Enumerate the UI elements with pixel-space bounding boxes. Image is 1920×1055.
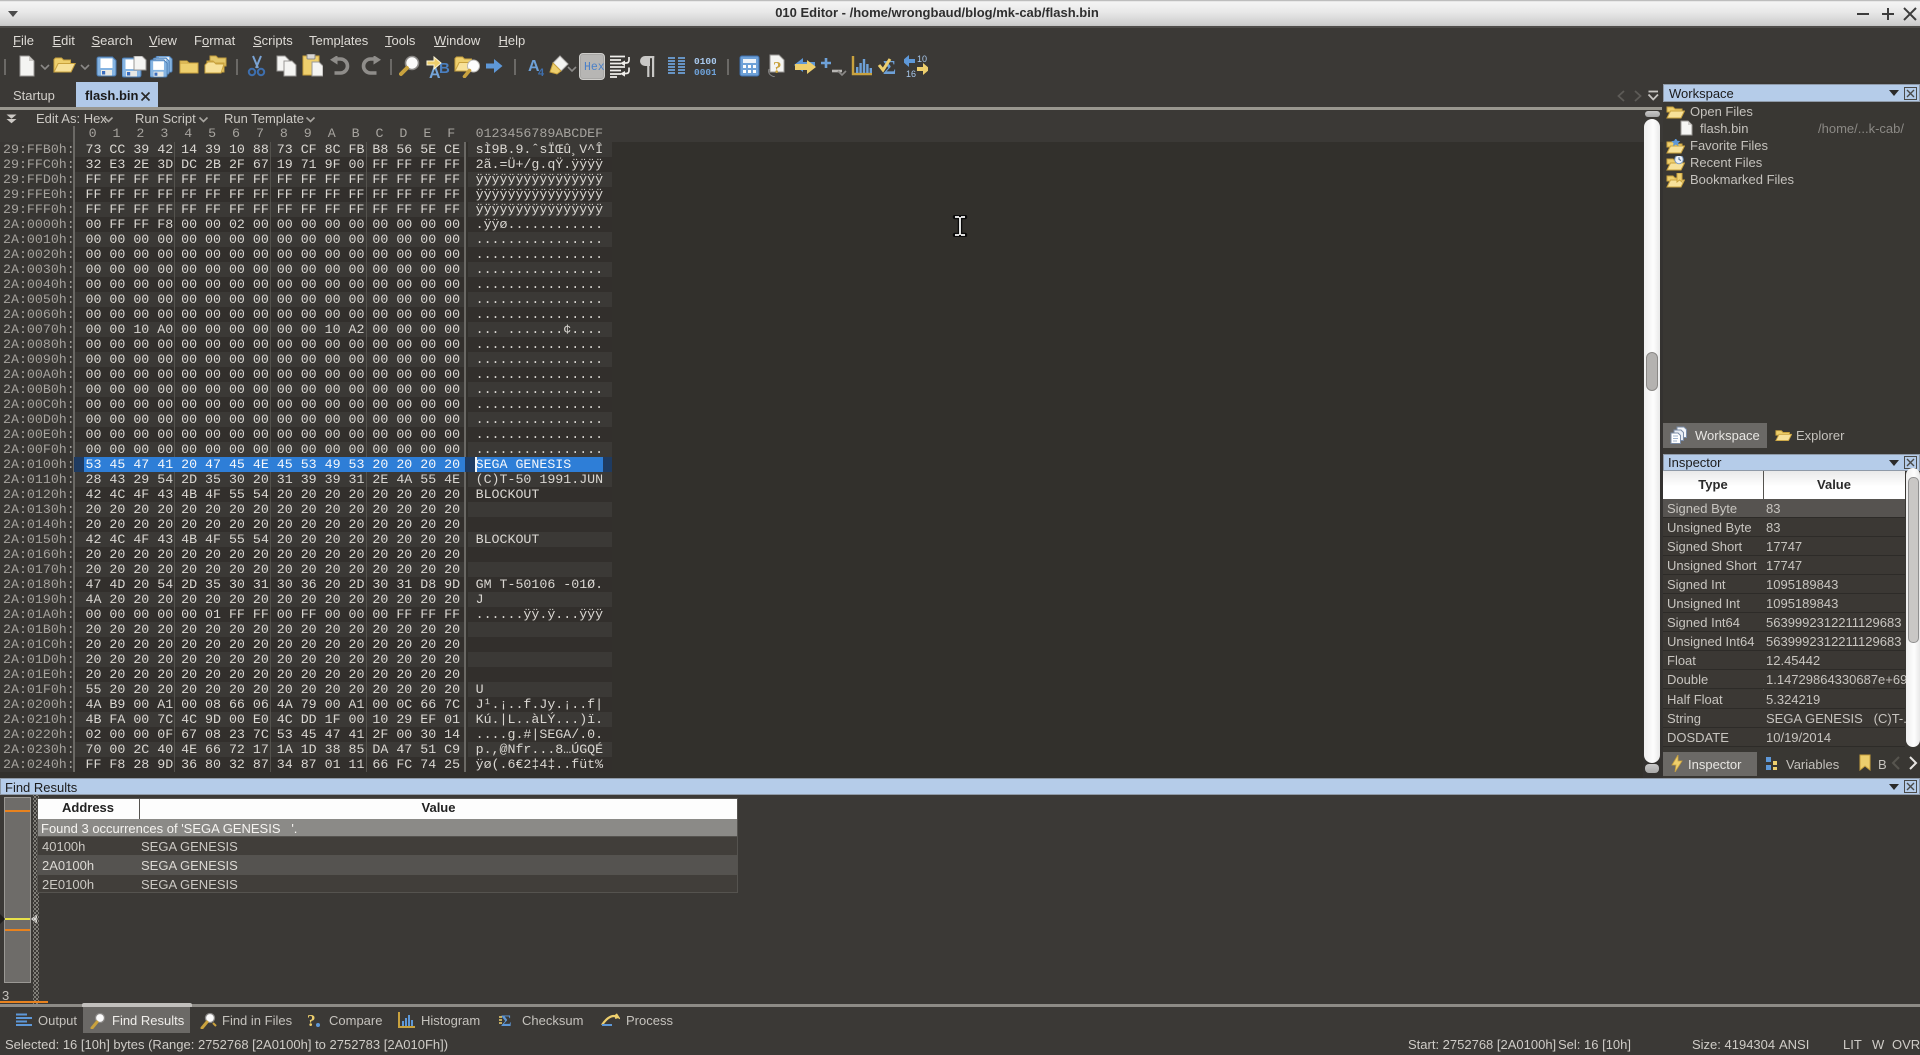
svg-text:?: ? bbox=[307, 1011, 316, 1029]
svg-text:0100: 0100 bbox=[694, 56, 716, 67]
svg-text:0001: 0001 bbox=[694, 67, 716, 77]
svg-text:10: 10 bbox=[917, 54, 927, 64]
svg-text:4: 4 bbox=[538, 67, 545, 76]
svg-text:?: ? bbox=[773, 58, 782, 77]
svg-text:Σ: Σ bbox=[501, 1013, 511, 1029]
svg-text:16: 16 bbox=[906, 69, 916, 78]
